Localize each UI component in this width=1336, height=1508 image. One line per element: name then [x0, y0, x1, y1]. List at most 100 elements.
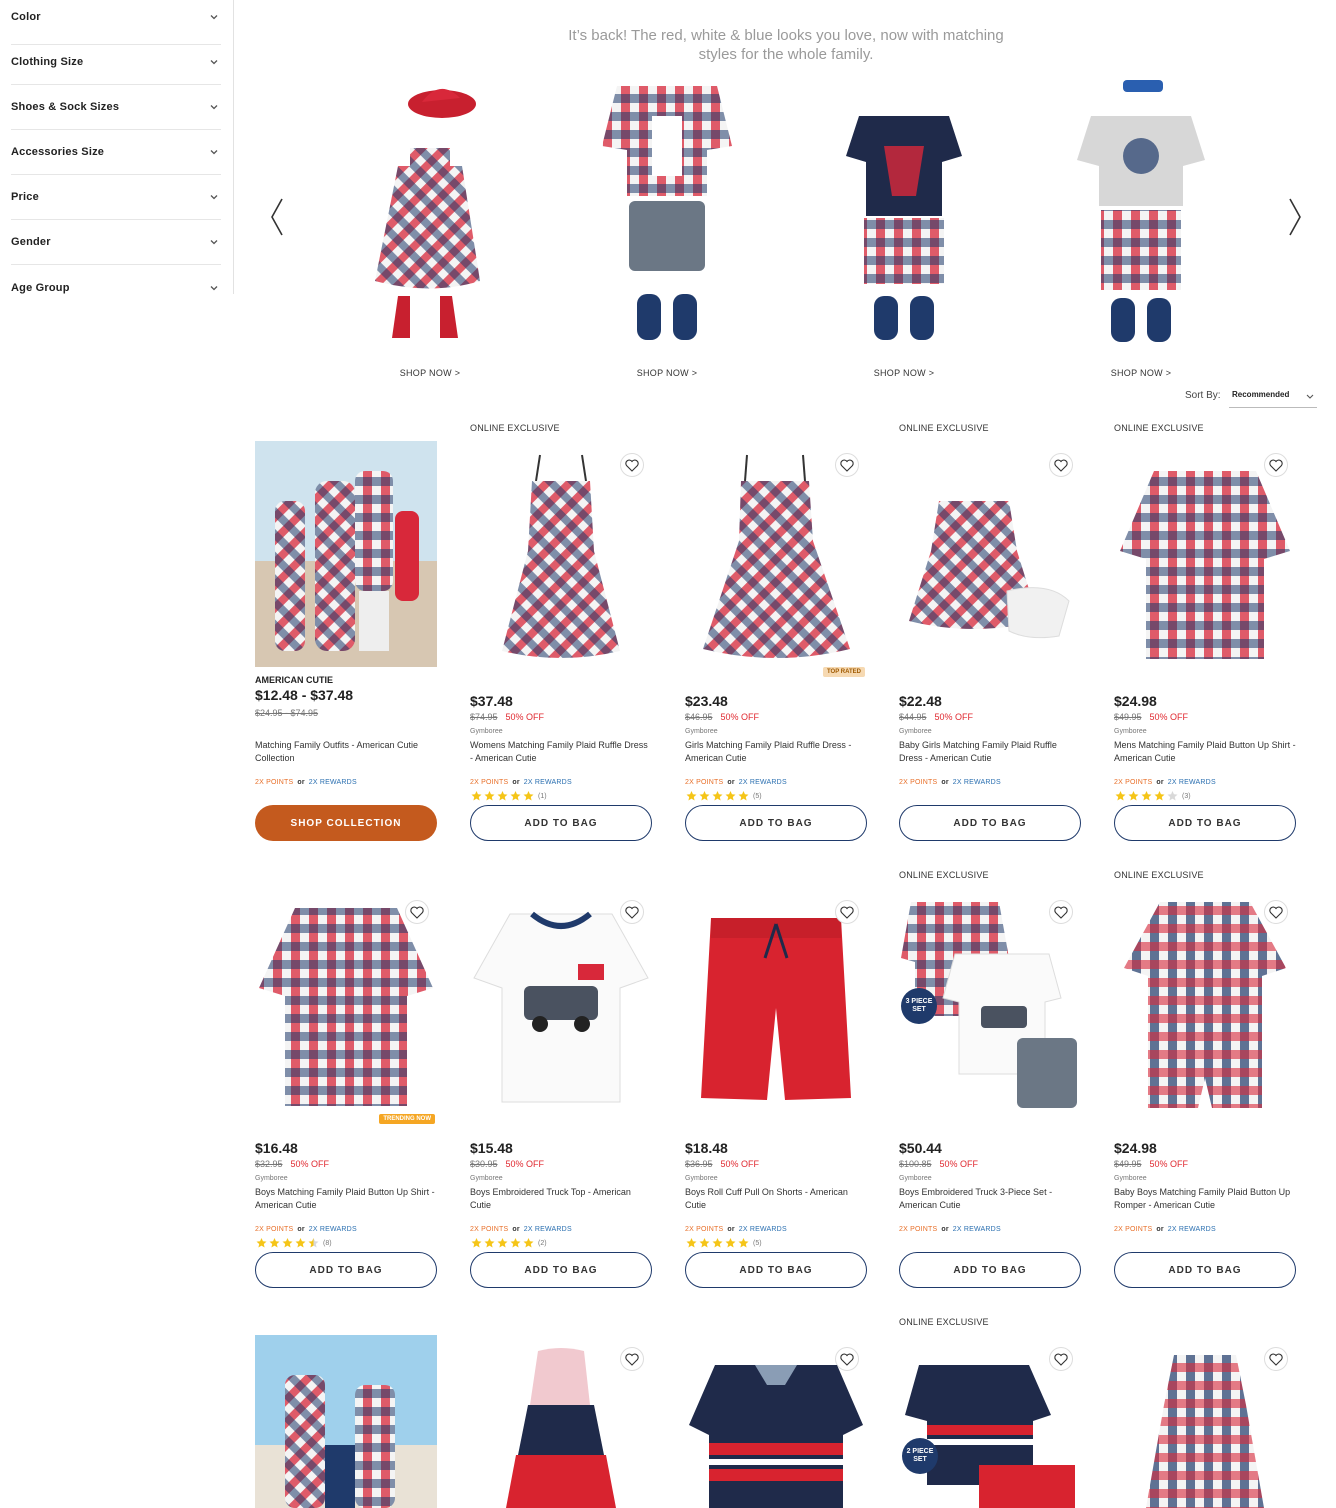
add-to-bag-button[interactable]: ADD TO BAG	[899, 805, 1081, 841]
star-rating[interactable]: (1)	[470, 790, 547, 802]
collection-image[interactable]	[255, 1335, 437, 1508]
product-card: ONLINE EXCLUSIVE $22.48 $44.95 50% OFF Gy…	[899, 423, 1081, 861]
product-original-price: $36.95 50% OFF	[685, 1159, 759, 1169]
filter-label: Shoes & Sock Sizes	[11, 101, 120, 113]
wishlist-heart-icon[interactable]	[620, 900, 644, 924]
star-icon	[725, 1238, 736, 1248]
online-exclusive-badge: ONLINE EXCLUSIVE	[1114, 870, 1204, 880]
product-name[interactable]: Boys Matching Family Plaid Button Up Shi…	[255, 1186, 437, 1212]
star-icon	[1128, 791, 1139, 801]
add-to-bag-button[interactable]: ADD TO BAG	[470, 805, 652, 841]
star-rating[interactable]: (5)	[685, 1237, 762, 1249]
add-to-bag-button[interactable]: ADD TO BAG	[1114, 1252, 1296, 1288]
carousel-prev-arrow-icon[interactable]	[266, 196, 288, 238]
hero-outfit-image[interactable]	[804, 76, 1004, 356]
product-image[interactable]	[470, 1345, 652, 1508]
add-to-bag-button[interactable]: ADD TO BAG	[1114, 805, 1296, 841]
product-name[interactable]: Girls Matching Family Plaid Ruffle Dress…	[685, 739, 867, 765]
product-name[interactable]: Mens Matching Family Plaid Button Up Shi…	[1114, 739, 1296, 765]
star-icon	[738, 791, 749, 801]
product-price: $18.48	[685, 1140, 728, 1156]
or-text: or	[512, 1226, 520, 1233]
shop-now-link[interactable]: SHOP NOW >	[844, 368, 964, 378]
star-icon	[523, 791, 534, 801]
filter-shoes-sock-sizes[interactable]: Shoes & Sock Sizes	[11, 85, 221, 130]
piece-set-badge: 3 PIECE SET	[901, 988, 937, 1024]
wishlist-heart-icon[interactable]	[835, 453, 859, 477]
chevron-down-icon	[1306, 394, 1314, 399]
collection-image[interactable]	[255, 441, 437, 667]
chevron-down-icon	[210, 195, 218, 200]
shop-now-link[interactable]: SHOP NOW >	[1081, 368, 1201, 378]
star-icon	[725, 791, 736, 801]
add-to-bag-button[interactable]: ADD TO BAG	[685, 805, 867, 841]
star-rating[interactable]: (2)	[470, 1237, 547, 1249]
rewards-text: 2X REWARDS	[1167, 779, 1216, 786]
product-brand: Gymboree	[1114, 1175, 1147, 1182]
add-to-bag-button[interactable]: ADD TO BAG	[685, 1252, 867, 1288]
hero-outfit-image[interactable]	[567, 76, 767, 356]
product-name[interactable]: Baby Girls Matching Family Plaid Ruffle …	[899, 739, 1081, 765]
star-rating[interactable]: (8)	[255, 1237, 332, 1249]
add-to-bag-button[interactable]: ADD TO BAG	[470, 1252, 652, 1288]
collection-title: AMERICAN CUTIE	[255, 675, 333, 685]
filter-age-group[interactable]: Age Group	[11, 265, 221, 310]
product-name[interactable]: Baby Boys Matching Family Plaid Button U…	[1114, 1186, 1296, 1212]
product-card: TOP RATED $23.48 $46.95 50% OFF Gymboree …	[685, 441, 867, 861]
points-text: 2X POINTS	[255, 779, 294, 786]
points-text: 2X POINTS	[685, 1226, 724, 1233]
trending-now-badge: TRENDING NOW	[379, 1114, 435, 1124]
sort-value: Recommended	[1232, 390, 1290, 399]
star-icon	[497, 791, 508, 801]
or-text: or	[941, 779, 949, 786]
star-rating[interactable]: (5)	[685, 790, 762, 802]
hero-outfit-image[interactable]	[1041, 76, 1241, 356]
rewards-line: 2X POINTS or 2X REWARDS	[685, 1226, 787, 1233]
review-count: (8)	[323, 1239, 332, 1247]
points-text: 2X POINTS	[685, 779, 724, 786]
add-to-bag-button[interactable]: ADD TO BAG	[899, 1252, 1081, 1288]
filter-accessories-size[interactable]: Accessories Size	[11, 130, 221, 175]
hero-outfit-image[interactable]	[330, 76, 530, 356]
product-original-price: $30.95 50% OFF	[470, 1159, 544, 1169]
filter-color[interactable]: Color	[11, 0, 221, 45]
wishlist-heart-icon[interactable]	[1264, 900, 1288, 924]
discount-label: 50% OFF	[505, 712, 545, 722]
product-name[interactable]: Boys Roll Cuff Pull On Shorts - American…	[685, 1186, 867, 1212]
sort-dropdown[interactable]: Recommended	[1229, 386, 1317, 408]
filter-price[interactable]: Price	[11, 175, 221, 220]
shop-now-link[interactable]: SHOP NOW >	[370, 368, 490, 378]
product-card: TRENDING NOW $16.48 $32.95 50% OFF Gymbor…	[255, 888, 437, 1308]
wishlist-heart-icon[interactable]	[1049, 900, 1073, 924]
filter-clothing-size[interactable]: Clothing Size	[11, 40, 221, 85]
carousel-next-arrow-icon[interactable]	[1284, 196, 1306, 238]
product-image[interactable]	[899, 1345, 1081, 1508]
filter-label: Price	[11, 191, 39, 203]
product-name[interactable]: Boys Embroidered Truck 3-Piece Set - Ame…	[899, 1186, 1081, 1212]
stars-glyphs	[1114, 790, 1179, 802]
add-to-bag-button[interactable]: ADD TO BAG	[255, 1252, 437, 1288]
wishlist-heart-icon[interactable]	[1049, 453, 1073, 477]
wishlist-heart-icon[interactable]	[1264, 453, 1288, 477]
or-text: or	[1156, 779, 1164, 786]
star-icon	[1141, 791, 1152, 801]
wishlist-heart-icon[interactable]	[405, 900, 429, 924]
collection-name[interactable]: Matching Family Outfits - American Cutie…	[255, 739, 437, 765]
top-rated-badge: TOP RATED	[822, 667, 865, 677]
chevron-down-icon	[210, 60, 218, 65]
star-rating[interactable]: (3)	[1114, 790, 1191, 802]
filter-gender[interactable]: Gender	[11, 220, 221, 265]
product-name[interactable]: Boys Embroidered Truck Top - American Cu…	[470, 1186, 652, 1212]
product-image[interactable]	[685, 1355, 867, 1508]
product-brand: Gymboree	[255, 1175, 288, 1182]
wishlist-heart-icon[interactable]	[620, 453, 644, 477]
review-count: (3)	[1182, 792, 1191, 800]
product-name[interactable]: Womens Matching Family Plaid Ruffle Dres…	[470, 739, 652, 765]
rewards-text: 2X REWARDS	[952, 779, 1001, 786]
wishlist-heart-icon[interactable]	[835, 900, 859, 924]
shop-collection-button[interactable]: SHOP COLLECTION	[255, 805, 437, 841]
product-image[interactable]	[1114, 1345, 1296, 1508]
shop-now-link[interactable]: SHOP NOW >	[607, 368, 727, 378]
product-card: ONLINE EXCLUSIVE $24.98 $49.95 50% OFF Gy…	[1114, 423, 1296, 861]
star-icon	[471, 791, 482, 801]
